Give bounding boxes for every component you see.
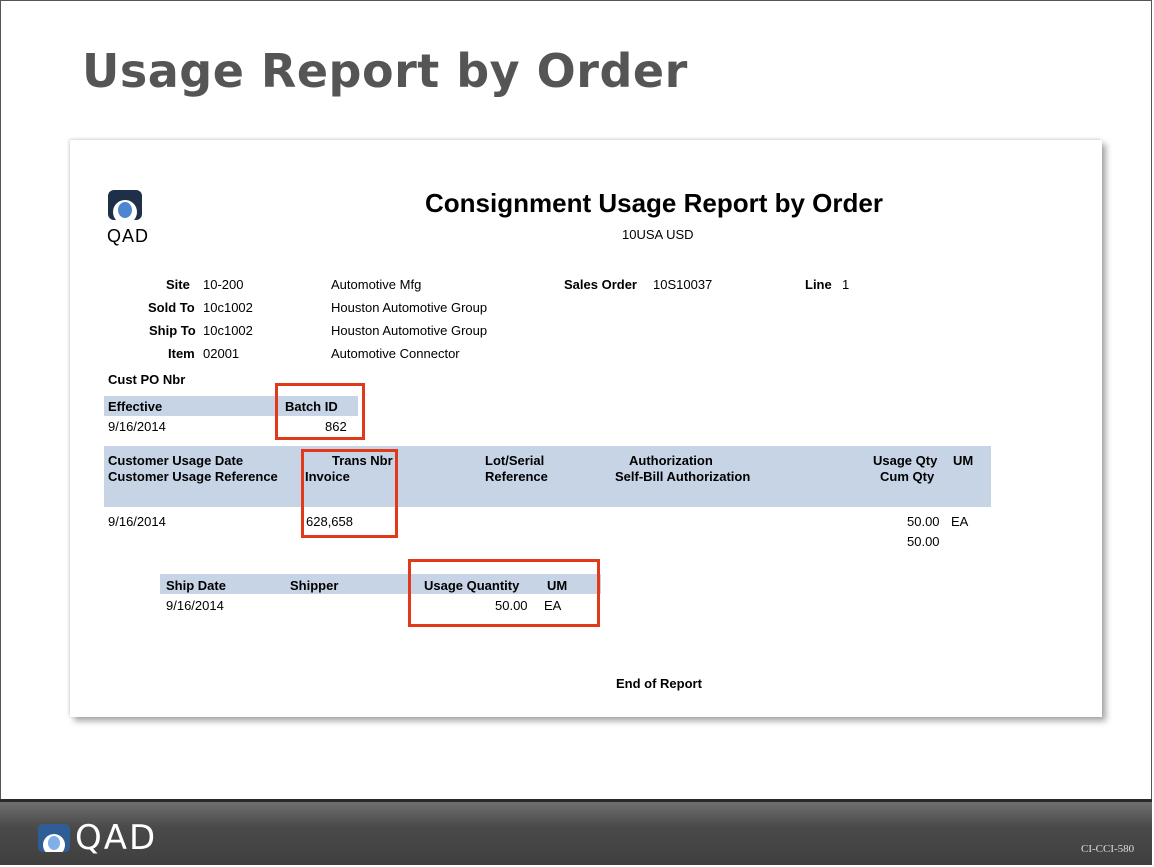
item-value: 02001 bbox=[203, 346, 240, 361]
trans-nbr-highlight bbox=[301, 449, 398, 538]
usage-row-cum-qty: 50.00 bbox=[907, 534, 940, 549]
usage-quantity-highlight bbox=[408, 559, 600, 627]
sales-order-value: 10S10037 bbox=[653, 277, 713, 292]
usage-row-date: 9/16/2014 bbox=[108, 514, 166, 529]
site-desc: Automotive Mfg bbox=[331, 277, 422, 292]
ship-to-value: 10c1002 bbox=[203, 323, 253, 338]
sold-to-value: 10c1002 bbox=[203, 300, 253, 315]
report-title: Consignment Usage Report by Order bbox=[425, 188, 883, 218]
sales-order-label: Sales Order bbox=[564, 277, 637, 292]
effective-label: Effective bbox=[108, 399, 163, 414]
item-desc: Automotive Connector bbox=[331, 346, 460, 361]
report-page: QAD Consignment Usage Report by Order 10… bbox=[70, 140, 1102, 717]
ship-to-desc: Houston Automotive Group bbox=[331, 323, 488, 338]
end-of-report: End of Report bbox=[616, 676, 702, 691]
usage-row-qty: 50.00 bbox=[907, 514, 940, 529]
col-um: UM bbox=[953, 453, 974, 468]
col-usage-qty: Usage Qty bbox=[873, 453, 938, 468]
col-self-bill-authorization: Self-Bill Authorization bbox=[615, 469, 751, 484]
ship-to-label: Ship To bbox=[149, 323, 196, 338]
col-usage-reference: Customer Usage Reference bbox=[108, 469, 278, 484]
line-label: Line bbox=[805, 277, 832, 292]
site-value: 10-200 bbox=[203, 277, 244, 292]
usage-row-um: EA bbox=[951, 514, 969, 529]
col-reference: Reference bbox=[485, 469, 548, 484]
line-value: 1 bbox=[842, 277, 850, 292]
col-authorization: Authorization bbox=[629, 453, 713, 468]
cust-po-label: Cust PO Nbr bbox=[108, 372, 186, 387]
ship-row-date: 9/16/2014 bbox=[166, 598, 224, 613]
qad-footer-logo-icon bbox=[38, 824, 70, 852]
col-shipper: Shipper bbox=[290, 578, 339, 593]
batch-id-highlight bbox=[275, 383, 365, 440]
item-label: Item bbox=[168, 346, 195, 361]
col-ship-date: Ship Date bbox=[166, 578, 226, 593]
site-label: Site bbox=[166, 277, 190, 292]
report-subtitle: 10USA USD bbox=[622, 227, 694, 242]
sold-to-desc: Houston Automotive Group bbox=[331, 300, 488, 315]
qad-logo-icon bbox=[108, 190, 142, 220]
slide-title: Usage Report by Order bbox=[82, 44, 688, 98]
footer-slide-code: CI-CCI-580 bbox=[1081, 843, 1135, 855]
col-cum-qty: Cum Qty bbox=[880, 469, 935, 484]
footer-logo-text: QAD bbox=[75, 818, 158, 858]
slide-footer bbox=[0, 802, 1152, 865]
col-usage-date: Customer Usage Date bbox=[108, 453, 244, 468]
report-logo-text: QAD bbox=[107, 226, 150, 246]
effective-value: 9/16/2014 bbox=[108, 419, 166, 434]
col-lot-serial: Lot/Serial bbox=[485, 453, 545, 468]
sold-to-label: Sold To bbox=[148, 300, 195, 315]
